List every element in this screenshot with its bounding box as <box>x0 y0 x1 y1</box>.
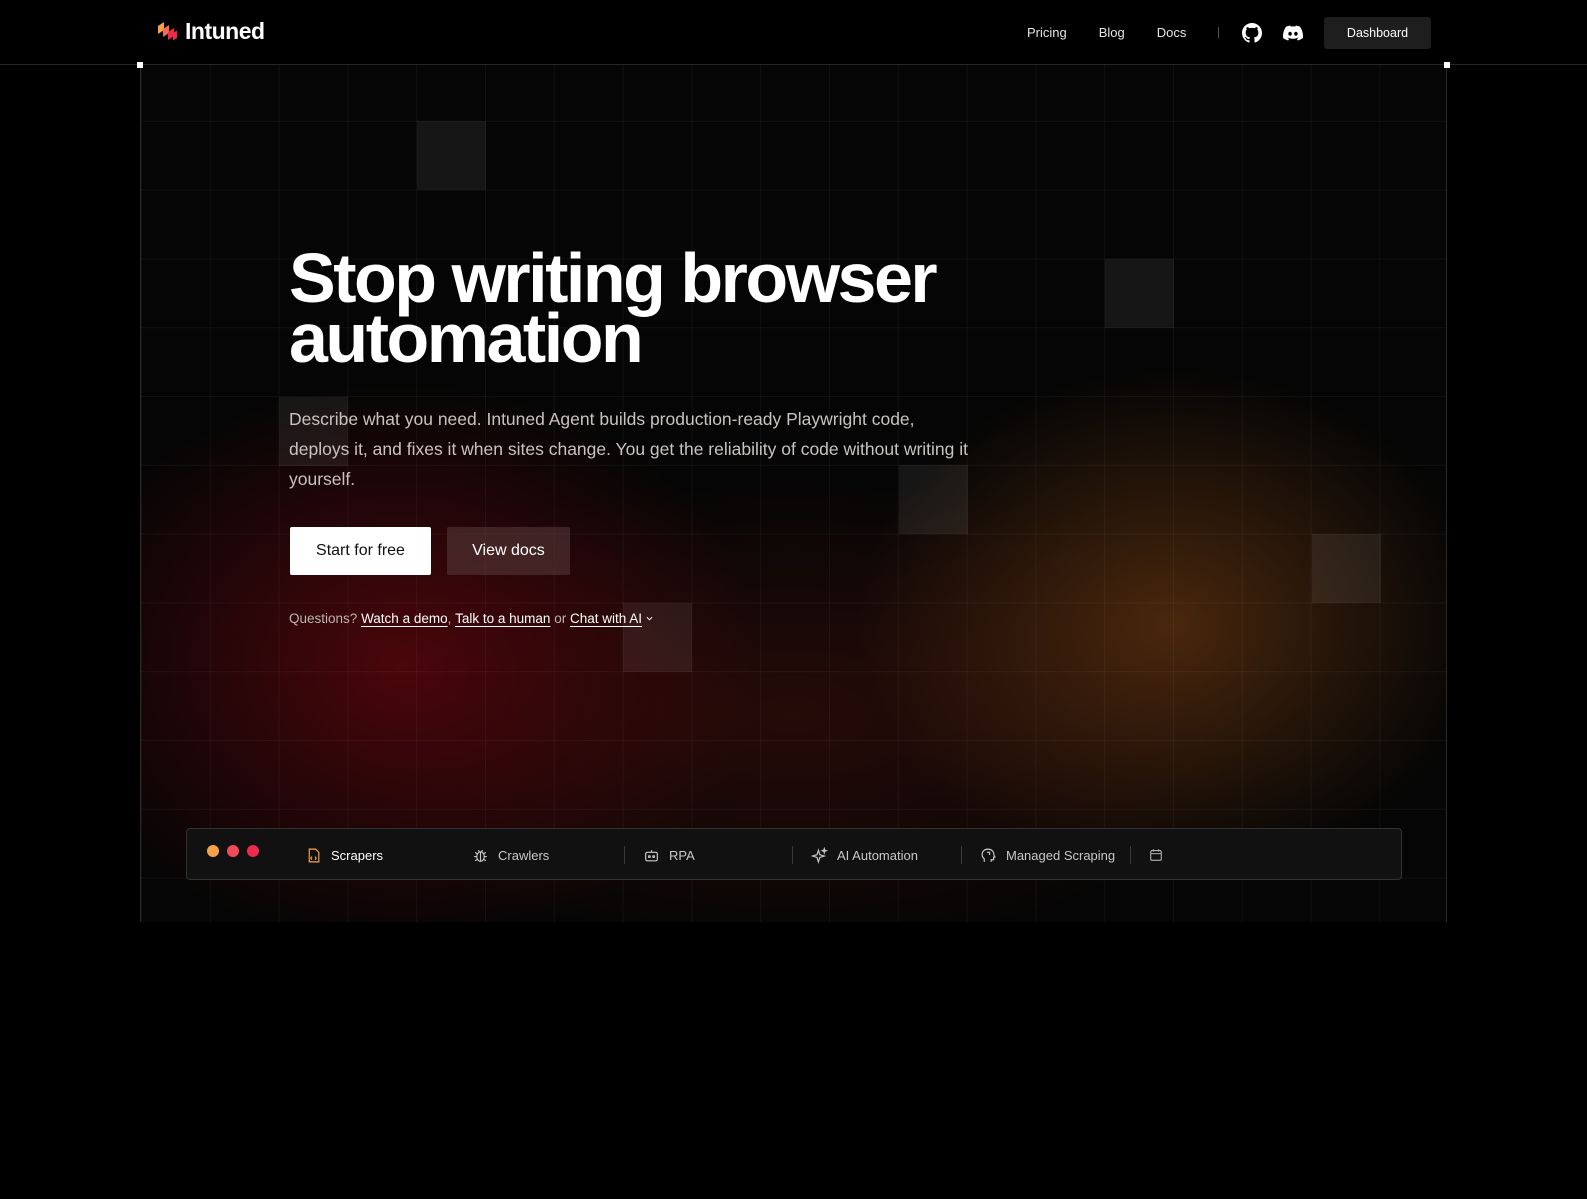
hero-title-line2: automation <box>289 299 644 377</box>
window-controls <box>207 845 259 857</box>
tab-divider <box>961 846 962 864</box>
frame-corner-right <box>1444 62 1450 68</box>
chat-with-ai-link[interactable]: Chat with AI <box>570 611 642 626</box>
github-icon[interactable] <box>1242 23 1262 43</box>
tab-scrapers[interactable]: Scrapers <box>305 843 383 867</box>
frame-corner-left <box>137 62 143 68</box>
window-dot-red <box>227 845 239 857</box>
nav-divider <box>1218 27 1219 38</box>
grid-highlight-cell <box>1105 259 1174 328</box>
dashboard-button[interactable]: Dashboard <box>1324 17 1431 49</box>
window-dot-crimson <box>247 845 259 857</box>
grid-highlight-cell <box>1312 534 1381 603</box>
nav-docs[interactable]: Docs <box>1157 25 1187 40</box>
nav-pricing[interactable]: Pricing <box>1027 25 1067 40</box>
questions-prefix: Questions? <box>289 611 358 626</box>
questions-or: or <box>554 611 567 626</box>
logo[interactable]: Intuned <box>155 18 265 45</box>
sparkles-icon <box>811 846 828 864</box>
logo-mark-icon <box>158 21 177 40</box>
grid-highlight-cell <box>417 121 486 190</box>
hero-title: Stop writing browser automation <box>289 243 989 373</box>
product-tabbar: Scrapers Crawlers RPA AI Automation Mana… <box>186 828 1402 880</box>
head-icon <box>981 848 996 862</box>
tab-calendar[interactable] <box>1149 843 1163 867</box>
tab-scrapers-label: Scrapers <box>331 847 384 863</box>
site-header: Intuned Pricing Blog Docs Dashboard <box>0 0 1587 65</box>
tab-divider <box>624 846 625 864</box>
chevron-down-icon[interactable] <box>646 615 653 622</box>
nav-blog[interactable]: Blog <box>1099 25 1125 40</box>
bug-icon <box>474 849 487 862</box>
start-for-free-button[interactable]: Start for free <box>290 527 431 575</box>
tab-crawlers[interactable]: Crawlers <box>472 843 549 867</box>
talk-to-human-link[interactable]: Talk to a human <box>455 611 550 626</box>
tab-divider <box>1130 846 1131 864</box>
window-dot-orange <box>207 845 219 857</box>
main-nav: Pricing Blog Docs <box>1027 25 1186 40</box>
hero-subtitle: Describe what you need. Intuned Agent bu… <box>289 409 969 489</box>
tab-crawlers-label: Crawlers <box>498 847 550 863</box>
tab-rpa-label: RPA <box>669 847 695 863</box>
tab-managed-scraping[interactable]: Managed Scraping <box>980 843 1115 867</box>
robot-icon <box>645 849 658 861</box>
file-code-icon <box>308 848 320 862</box>
logo-text: Intuned <box>185 18 265 44</box>
discord-icon[interactable] <box>1282 23 1304 43</box>
tab-managed-scraping-label: Managed Scraping <box>1006 847 1116 863</box>
questions-line: Questions? Watch a demo , Talk to a huma… <box>289 611 653 626</box>
tab-divider <box>792 846 793 864</box>
tab-ai-automation[interactable]: AI Automation <box>811 843 918 867</box>
questions-comma: , <box>447 611 452 626</box>
view-docs-button[interactable]: View docs <box>447 527 570 575</box>
watch-demo-link[interactable]: Watch a demo <box>361 611 448 626</box>
tab-rpa[interactable]: RPA <box>643 843 695 867</box>
tab-ai-automation-label: AI Automation <box>837 847 918 863</box>
calendar-icon <box>1150 849 1162 861</box>
